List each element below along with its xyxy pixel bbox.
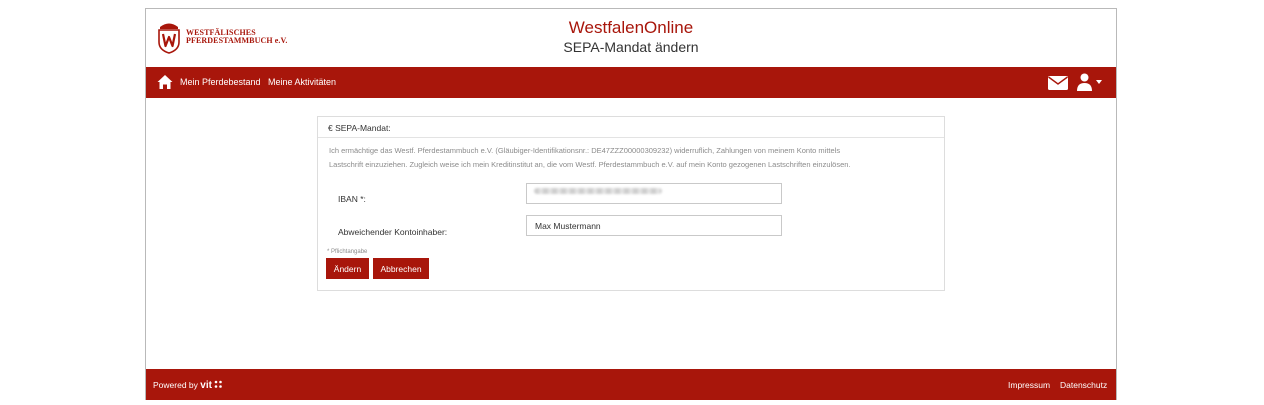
mandate-description: Ich ermächtige das Westf. Pferdestammbuc… xyxy=(329,144,935,172)
vit-logo[interactable]: vit xyxy=(200,380,212,391)
submit-button[interactable]: Ändern xyxy=(326,258,369,279)
iban-label: IBAN *: xyxy=(338,194,366,204)
footer-link-privacy[interactable]: Datenschutz xyxy=(1060,380,1107,390)
required-note: * Pflichtangabe xyxy=(327,249,368,255)
app-window: WESTFÄLISCHES PFERDESTAMMBUCH e.V. Westf… xyxy=(145,8,1117,400)
footer-link-imprint[interactable]: Impressum xyxy=(1008,380,1050,390)
panel-heading: € SEPA-Mandat: xyxy=(328,123,391,133)
user-icon[interactable] xyxy=(1077,73,1092,91)
home-icon[interactable] xyxy=(157,74,173,90)
description-line-2: Lastschrift einzuziehen. Zugleich weise … xyxy=(329,160,851,169)
powered-by: Powered by vit xyxy=(153,380,223,391)
account-holder-input[interactable] xyxy=(526,215,782,236)
account-holder-label: Abweichender Kontoinhaber: xyxy=(338,227,448,237)
powered-by-text: Powered by xyxy=(153,380,198,390)
header: WESTFÄLISCHES PFERDESTAMMBUCH e.V. Westf… xyxy=(146,9,1116,67)
footer: Powered by vit Impressum Datenschutz xyxy=(146,369,1116,400)
nav-my-horses[interactable]: Mein Pferdebestand xyxy=(180,77,261,87)
page-title: SEPA-Mandat ändern xyxy=(563,39,699,55)
iban-input[interactable] xyxy=(526,183,782,204)
nav-my-activities[interactable]: Meine Aktivitäten xyxy=(268,77,336,87)
description-line-1: Ich ermächtige das Westf. Pferdestammbuc… xyxy=(329,146,841,155)
vit-logo-icon xyxy=(215,380,223,388)
app-title: WestfalenOnline xyxy=(568,18,694,37)
panel-divider xyxy=(318,137,944,138)
cancel-button[interactable]: Abbrechen xyxy=(373,258,429,279)
navbar: Mein Pferdebestand Meine Aktivitäten xyxy=(146,67,1116,98)
mail-icon[interactable] xyxy=(1048,76,1068,90)
caret-down-icon[interactable] xyxy=(1096,80,1102,84)
sepa-mandate-panel: € SEPA-Mandat: Ich ermächtige das Westf.… xyxy=(317,116,945,291)
